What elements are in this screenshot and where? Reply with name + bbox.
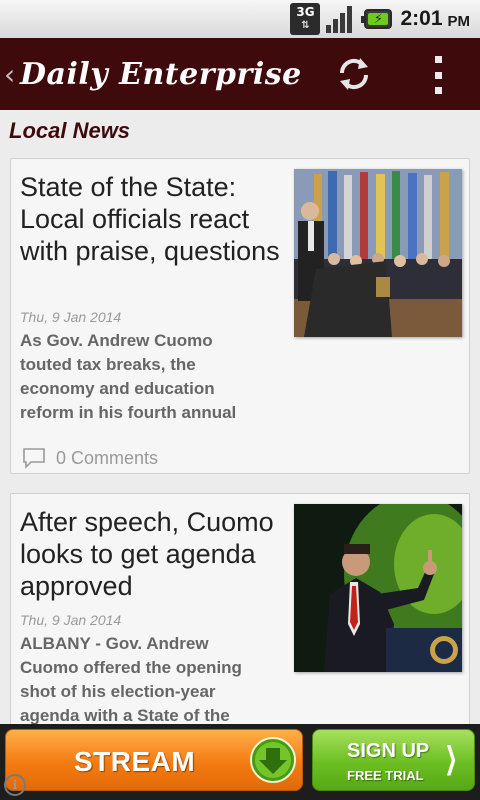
- status-bar: 3G ⇅ ⚡ 2:01 PM: [0, 0, 480, 38]
- sign-up-button[interactable]: SIGN UP FREE TRIAL ⟩⟩: [312, 729, 475, 791]
- stream-label: STREAM: [74, 746, 196, 777]
- article-card[interactable]: State of the State: Local officials reac…: [10, 158, 470, 474]
- network-type: 3G: [296, 5, 315, 19]
- info-icon[interactable]: i: [4, 774, 26, 796]
- article-summary: ALBANY - Gov. Andrew Cuomo offered the o…: [20, 634, 242, 725]
- refresh-button[interactable]: [334, 54, 374, 94]
- data-arrows-icon: ⇅: [301, 20, 310, 31]
- back-chevron-icon[interactable]: ‹: [4, 58, 18, 91]
- app-logo-title[interactable]: Daily Enterprise: [20, 57, 302, 92]
- ad-banner[interactable]: STREAM SIGN UP FREE TRIAL ⟩⟩ i: [0, 724, 480, 800]
- article-date: Thu, 9 Jan 2014: [20, 309, 122, 325]
- signup-label: SIGN UP: [347, 740, 430, 762]
- overflow-menu-icon[interactable]: [428, 56, 448, 94]
- clock-time: 2:01: [400, 7, 443, 30]
- stream-button[interactable]: STREAM: [5, 729, 303, 791]
- comment-icon: [23, 448, 45, 469]
- article-summary: As Gov. Andrew Cuomo touted tax breaks, …: [20, 331, 237, 422]
- podium-photo-image: [294, 169, 462, 337]
- comment-count[interactable]: 0 Comments: [56, 448, 158, 469]
- signal-strength-icon: [326, 5, 354, 33]
- article-headline[interactable]: After speech, Cuomo looks to get agenda …: [20, 506, 280, 602]
- clock-ampm: PM: [447, 12, 471, 30]
- article-date: Thu, 9 Jan 2014: [20, 612, 122, 628]
- comments-link[interactable]: 0 Comments: [22, 447, 158, 469]
- article-card[interactable]: After speech, Cuomo looks to get agenda …: [10, 493, 470, 733]
- download-arrow-icon: [250, 737, 296, 783]
- free-trial-label: FREE TRIAL: [347, 768, 424, 783]
- article-thumbnail[interactable]: [294, 504, 462, 672]
- app-header: ‹ Daily Enterprise: [0, 38, 480, 110]
- refresh-icon: [339, 58, 369, 90]
- section-title: Local News: [9, 118, 131, 143]
- network-3g-icon: 3G ⇅: [290, 3, 321, 35]
- article-headline[interactable]: State of the State: Local officials reac…: [20, 171, 280, 267]
- speech-photo-image: [294, 504, 462, 672]
- battery-charging-icon: ⚡: [361, 9, 393, 29]
- article-thumbnail[interactable]: [294, 169, 462, 337]
